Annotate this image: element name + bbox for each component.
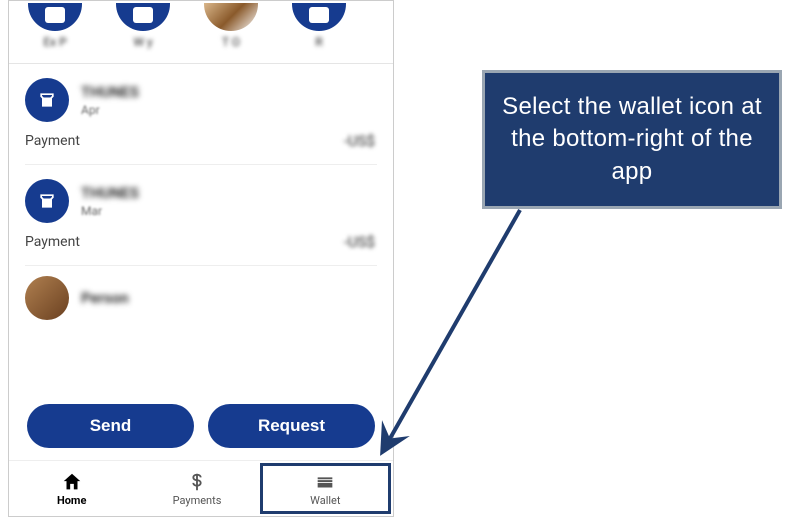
contact-avatar-photo [204,3,258,31]
person-avatar [25,276,69,320]
request-button[interactable]: Request [208,404,375,448]
contact-label: W y [133,35,152,49]
dollar-icon [186,471,208,493]
store-icon [25,78,69,122]
transaction-row[interactable]: THUNES Mar Payment -US$ [25,165,377,266]
transaction-name: THUNES [81,83,375,101]
transaction-amount: -US$ [344,132,375,150]
bottom-nav: Home Payments Wallet [9,460,393,516]
wallet-icon [314,471,336,493]
store-icon [25,179,69,223]
action-row: Send Request [9,394,393,460]
contact-label: Ex P [43,35,66,49]
transaction-date: Mar [81,204,375,218]
transaction-row[interactable]: THUNES Apr Payment -US$ [25,64,377,165]
contact-item[interactable]: R [287,3,351,49]
contact-item[interactable]: Ex P [23,3,87,49]
nav-wallet[interactable]: Wallet [260,463,391,514]
arrow-annotation [370,200,550,460]
transaction-date: Apr [81,103,375,117]
send-button[interactable]: Send [27,404,194,448]
transaction-row[interactable]: Person [25,266,377,320]
contact-item[interactable]: W y [111,3,175,49]
transactions-list: THUNES Apr Payment -US$ THUNES Mar Pa [9,63,393,320]
contact-item[interactable]: T O [199,3,263,49]
transaction-type: Payment [25,234,80,250]
transaction-name: THUNES [81,184,375,202]
nav-wallet-label: Wallet [310,494,340,507]
contact-avatar-icon [28,3,82,31]
nav-home-label: Home [57,494,86,507]
phone-frame: Ex P W y T O R THUNES Apr [8,0,394,517]
nav-home[interactable]: Home [9,461,134,516]
contact-avatar-icon [116,3,170,31]
contact-label: R [315,35,322,49]
transaction-type: Payment [25,133,80,149]
instruction-callout: Select the wallet icon at the bottom-rig… [482,70,782,209]
transaction-name: Person [81,289,129,307]
transaction-amount: -US$ [344,233,375,251]
contact-label: T O [222,35,240,49]
contact-avatar-icon [292,3,346,31]
home-icon [61,471,83,493]
nav-payments-label: Payments [173,494,222,507]
contacts-row: Ex P W y T O R [9,1,393,57]
nav-payments[interactable]: Payments [134,461,259,516]
